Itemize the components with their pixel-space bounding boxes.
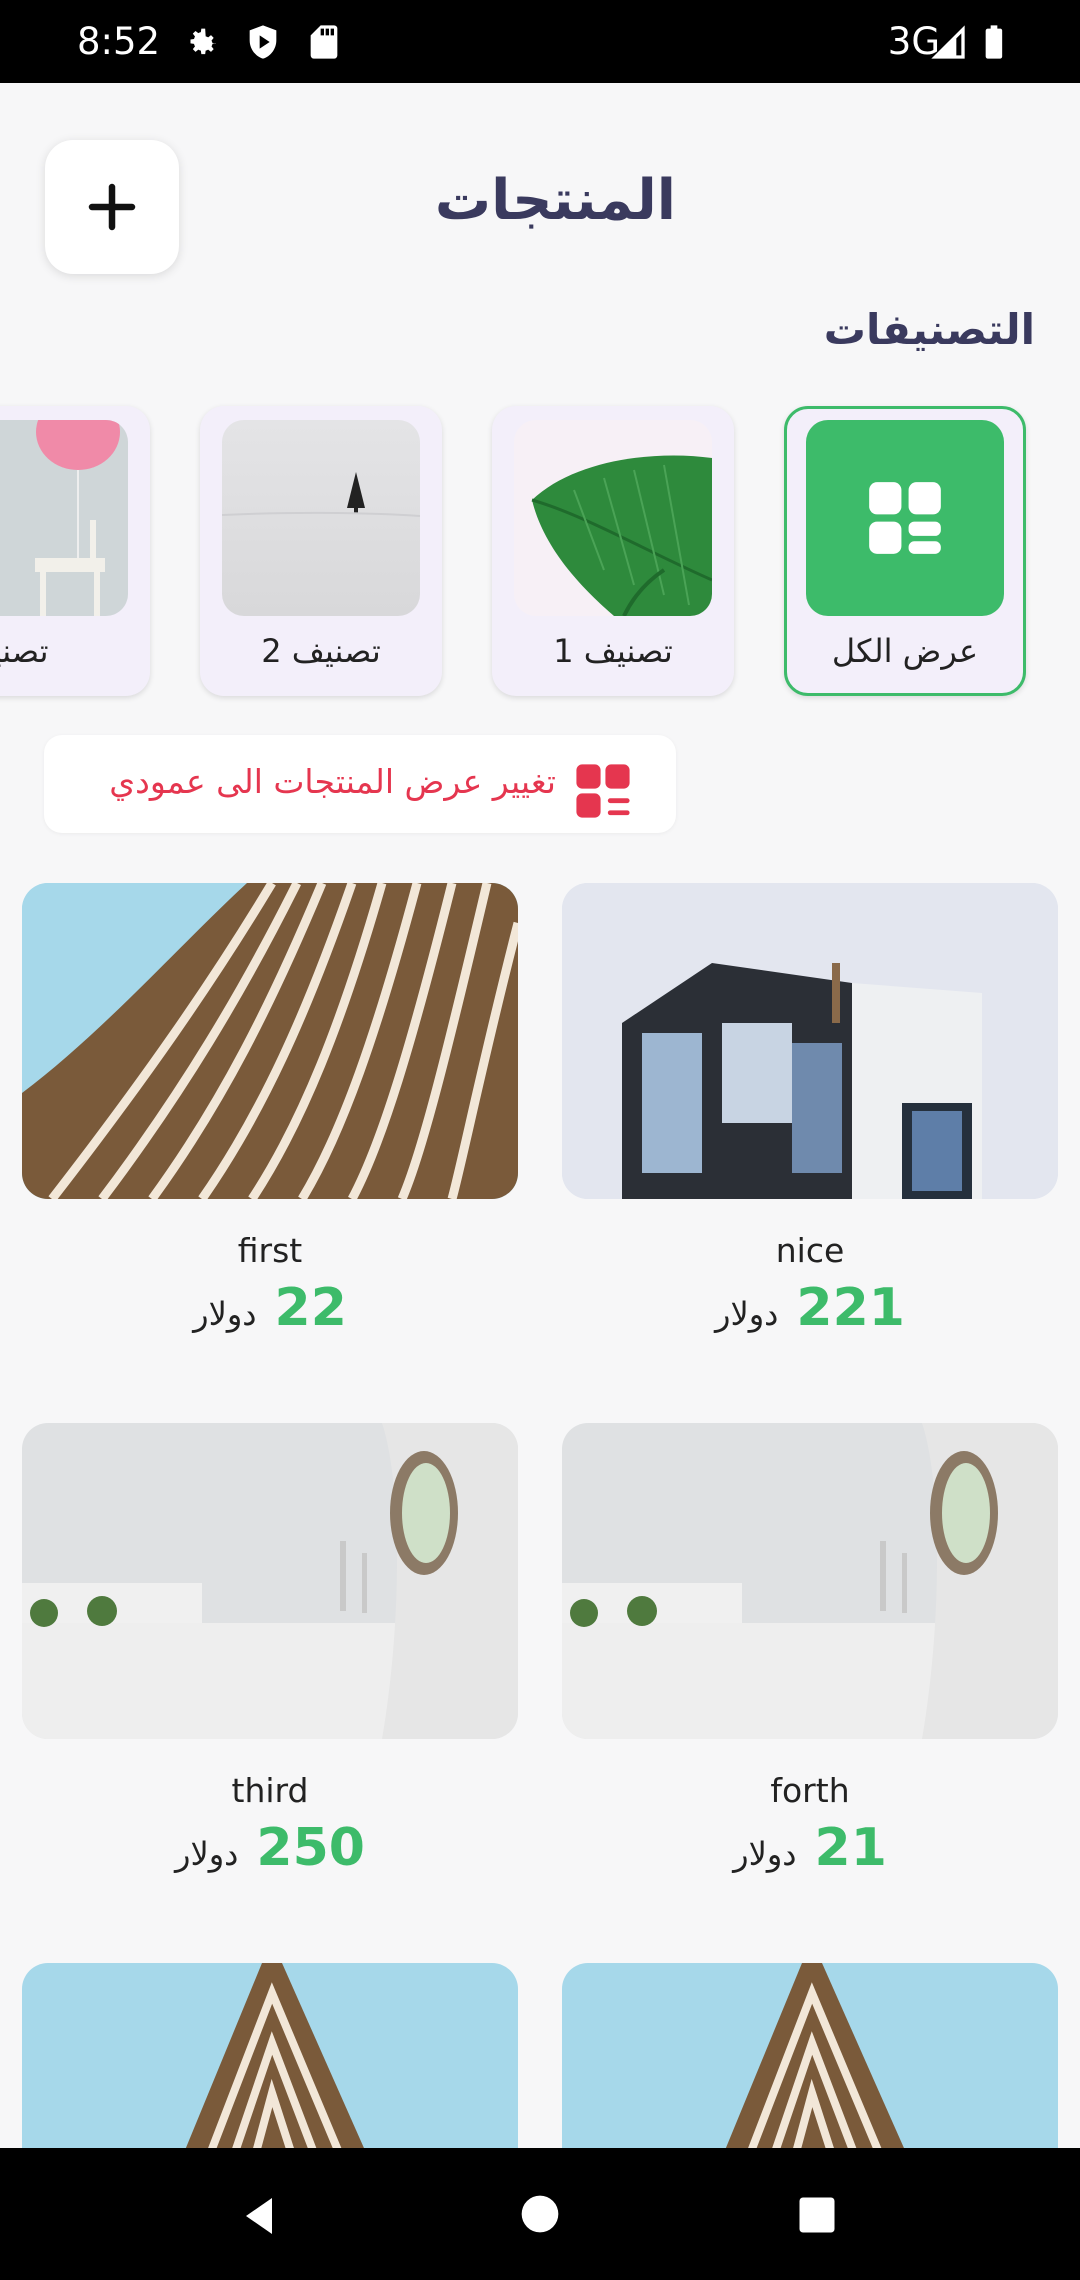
category-label: تصنيف (0, 632, 49, 670)
product-image (562, 1963, 1058, 2148)
category-2[interactable]: تصنيف 2 (200, 406, 442, 696)
grid-icon (869, 482, 941, 554)
product-price: دولار 250 (22, 1818, 518, 1878)
recents-icon[interactable] (796, 2194, 838, 2236)
white-building-image (22, 1423, 518, 1739)
white-building-image (562, 1423, 1058, 1739)
category-label: تصنيف 2 (261, 632, 381, 670)
battery-icon (985, 25, 1003, 59)
product-image (22, 1963, 518, 2148)
app-content: المنتجات التصنيفات عرض الكل تصنيف 1 تصني… (0, 83, 1080, 2148)
price-value: 21 (814, 1818, 887, 1878)
price-value: 221 (796, 1278, 905, 1338)
product-image (22, 1423, 518, 1739)
dark-building-image (562, 883, 1058, 1199)
navigation-bar (0, 2148, 1080, 2280)
shield-icon (249, 25, 277, 59)
back-icon[interactable] (236, 2192, 284, 2240)
product-image (562, 883, 1058, 1199)
price-value: 250 (256, 1818, 365, 1878)
category-show-all-thumb (806, 420, 1004, 616)
add-product-button[interactable] (45, 140, 179, 274)
categories-title: التصنيفات (823, 305, 1035, 354)
balloon-chair-image (35, 420, 120, 616)
signal-icon (931, 25, 965, 59)
gear-icon (190, 28, 216, 55)
product-name: first (237, 1231, 303, 1270)
grid-list-icon (576, 764, 630, 818)
product-image (22, 883, 518, 1199)
status-time: 8:52 (77, 20, 161, 63)
product-price: دولار 221 (562, 1278, 1058, 1338)
curved-building-image (22, 883, 518, 1199)
category-1[interactable]: تصنيف 1 (492, 406, 734, 696)
category-label: تصنيف 1 (553, 632, 673, 670)
price-currency: دولار (733, 1835, 797, 1873)
tree-image (222, 472, 420, 517)
sd-card-icon (310, 25, 338, 59)
view-toggle-label: تغيير عرض المنتجات الى عمودي (109, 762, 556, 801)
category-2-thumb (222, 420, 420, 616)
home-icon[interactable] (518, 2192, 562, 2236)
view-toggle-button[interactable]: تغيير عرض المنتجات الى عمودي (44, 735, 676, 833)
curved-building-image (22, 1963, 518, 2148)
price-currency: دولار (175, 1835, 239, 1873)
product-price: دولار 21 (562, 1818, 1058, 1878)
category-1-thumb (514, 420, 712, 616)
category-3-thumb (0, 420, 128, 616)
price-currency: دولار (715, 1295, 779, 1333)
plus-icon (88, 183, 136, 231)
product-name: third (231, 1771, 309, 1810)
category-3[interactable]: تصنيف (0, 406, 150, 696)
page-title: المنتجات (434, 168, 676, 233)
category-show-all[interactable]: عرض الكل (784, 406, 1026, 696)
price-value: 22 (274, 1278, 347, 1338)
price-currency: دولار (193, 1295, 257, 1333)
curved-building-image (562, 1963, 1058, 2148)
product-image (562, 1423, 1058, 1739)
product-price: دولار 22 (22, 1278, 518, 1338)
status-bar: 8:52 3G (0, 0, 1080, 83)
product-name: nice (775, 1231, 845, 1270)
product-name: forth (770, 1771, 850, 1810)
leaf-image (531, 455, 712, 616)
category-label: عرض الكل (831, 632, 979, 670)
